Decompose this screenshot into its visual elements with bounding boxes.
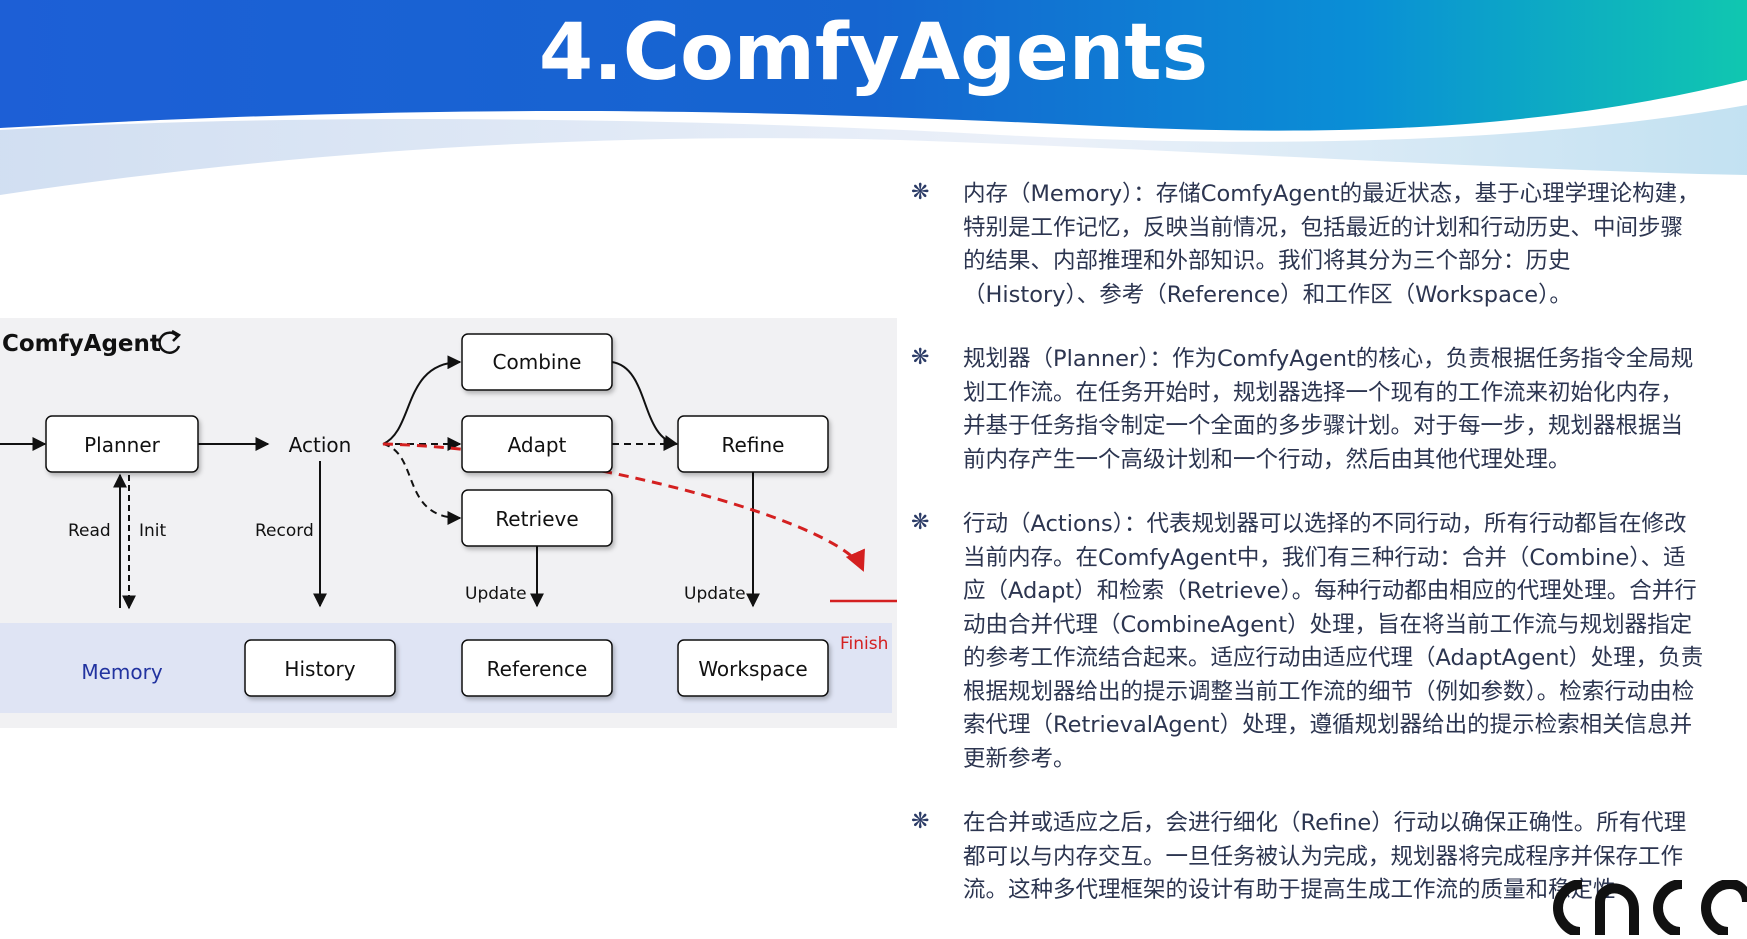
description-panel: ❋ 内存（Memory）：存储ComfyAgent的最近状态，基于心理学理论构建… — [905, 178, 1705, 939]
asterisk-bullet-icon: ❋ — [911, 345, 930, 370]
node-workspace-label: Workspace — [698, 657, 807, 681]
edge-label-update-reference: Update — [465, 584, 527, 604]
paragraph-actions: ❋ 行动（Actions）：代表规划器可以选择的不同行动，所有行动都旨在修改当前… — [905, 508, 1705, 776]
node-history: History — [244, 639, 396, 697]
node-refine-label: Refine — [722, 433, 785, 457]
asterisk-bullet-icon: ❋ — [911, 510, 930, 535]
node-retrieve-label: Retrieve — [495, 507, 578, 531]
node-reference-label: Reference — [487, 657, 588, 681]
node-workspace: Workspace — [677, 639, 829, 697]
edge-label-init: Init — [139, 521, 167, 541]
node-action-label: Action — [289, 433, 352, 457]
edge-label-update-workspace: Update — [684, 584, 746, 604]
node-planner-label: Planner — [84, 433, 161, 457]
asterisk-bullet-icon: ❋ — [911, 180, 930, 205]
paragraph-planner: ❋ 规划器（Planner）：作为ComfyAgent的核心，负责根据任务指令全… — [905, 343, 1705, 477]
comfyagent-diagram: ComfyAgent Planner Action Combine Adapt … — [0, 318, 897, 728]
corner-logo — [1552, 880, 1747, 935]
node-adapt: Adapt — [461, 415, 613, 473]
paragraph-memory-text: 内存（Memory）：存储ComfyAgent的最近状态，基于心理学理论构建，特… — [963, 181, 1700, 308]
node-reference: Reference — [461, 639, 613, 697]
node-combine: Combine — [461, 333, 613, 391]
edge-label-record: Record — [255, 521, 314, 541]
node-planner: Planner — [45, 415, 199, 473]
node-history-label: History — [284, 657, 355, 681]
paragraph-memory: ❋ 内存（Memory）：存储ComfyAgent的最近状态，基于心理学理论构建… — [905, 178, 1705, 312]
node-memory-label: Memory — [81, 660, 163, 684]
diagram-title: ComfyAgent — [2, 331, 161, 357]
node-adapt-label: Adapt — [508, 433, 567, 457]
paragraph-planner-text: 规划器（Planner）：作为ComfyAgent的核心，负责根据任务指令全局规… — [963, 346, 1694, 473]
paragraph-actions-text: 行动（Actions）：代表规划器可以选择的不同行动，所有行动都旨在修改当前内存… — [963, 511, 1704, 772]
slide-title: 4.ComfyAgents — [538, 8, 1209, 98]
edge-label-finish: Finish — [840, 634, 888, 654]
node-refine: Refine — [677, 415, 829, 473]
edge-label-read: Read — [68, 521, 111, 541]
node-combine-label: Combine — [493, 350, 582, 374]
node-retrieve: Retrieve — [461, 489, 613, 547]
asterisk-bullet-icon: ❋ — [911, 809, 930, 834]
